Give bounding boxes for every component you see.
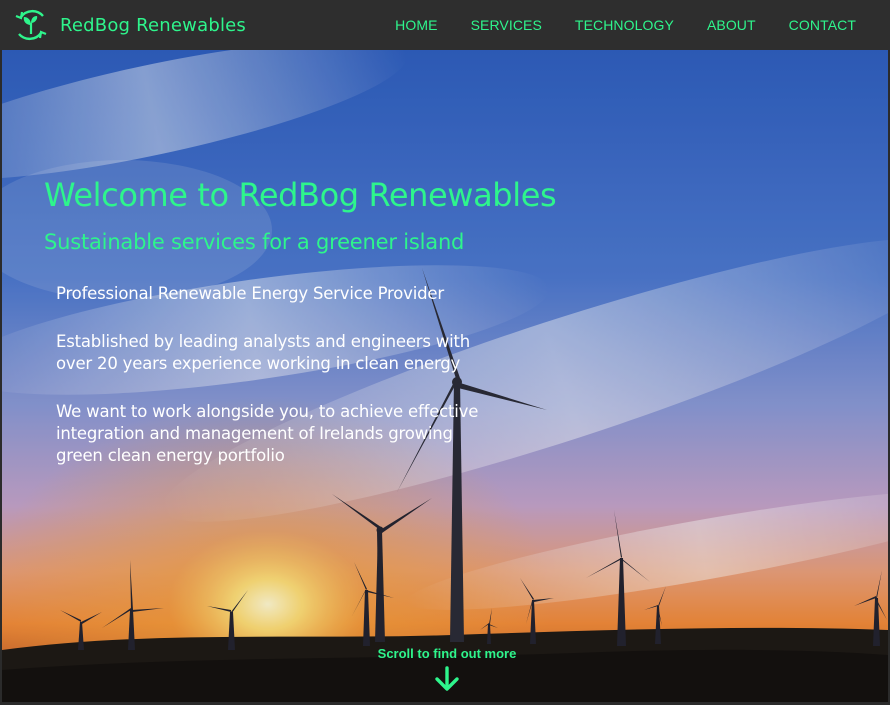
brand-name: RedBog Renewables	[60, 14, 246, 36]
hero-section: Welcome to RedBog Renewables Sustainable…	[2, 50, 888, 702]
scroll-down-link[interactable]: Scroll to find out more	[372, 646, 522, 693]
nav-link-home[interactable]: HOME	[395, 17, 437, 33]
wind-turbines-sunset-image	[2, 50, 888, 702]
nav-link-contact[interactable]: CONTACT	[789, 17, 856, 33]
nav-link-services[interactable]: SERVICES	[471, 17, 542, 33]
hero-paragraph-tagline: Professional Renewable Energy Service Pr…	[56, 284, 444, 303]
leaf-recycle-icon	[15, 9, 47, 41]
brand-link[interactable]: RedBog Renewables	[13, 7, 246, 43]
hero-paragraph-experience: Established by leading analysts and engi…	[56, 332, 471, 373]
nav-link-about[interactable]: ABOUT	[707, 17, 756, 33]
navbar: RedBog Renewables HOME SERVICES TECHNOLO…	[0, 0, 890, 50]
hero-paragraph-mission: We want to work alongside you, to achiev…	[56, 402, 479, 465]
nav-link-technology[interactable]: TECHNOLOGY	[575, 17, 674, 33]
arrow-down-icon	[435, 666, 459, 691]
scroll-cue-text: Scroll to find out more	[377, 646, 517, 661]
hero-title: Welcome to RedBog Renewables	[44, 176, 557, 214]
hero-subtitle: Sustainable services for a greener islan…	[44, 230, 465, 254]
nav-links: HOME SERVICES TECHNOLOGY ABOUT CONTACT	[395, 0, 890, 50]
